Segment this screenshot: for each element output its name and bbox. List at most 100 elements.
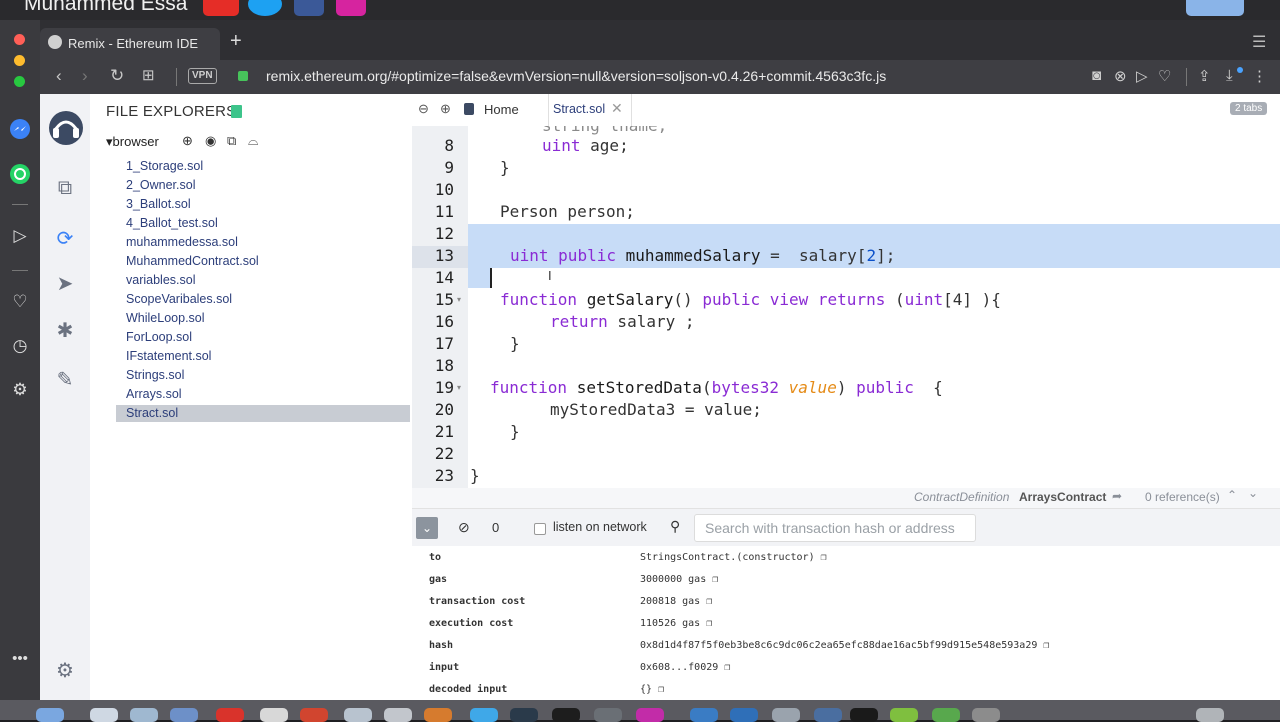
share-icon[interactable]: ⇪ <box>1198 67 1211 85</box>
create-file-icon[interactable]: ⊕ <box>182 133 193 149</box>
instagram-icon <box>336 0 366 16</box>
zoom-out-icon[interactable]: ⊖ <box>418 101 429 117</box>
file-item[interactable]: MuhammedContract.sol <box>126 254 259 268</box>
line-number: 8 <box>444 136 454 155</box>
docs-icon[interactable] <box>231 105 242 118</box>
file-item[interactable]: 1_Storage.sol <box>126 159 203 173</box>
tx-key: execution cost <box>429 618 514 629</box>
copy-icon[interactable]: ❐ <box>706 596 712 607</box>
code-editor[interactable]: string lname; uint age; } Person person;… <box>468 126 1280 488</box>
tx-value: 0x8d1d4f87f5f0eb3be8c6c9dc06c2ea65efc88d… <box>640 640 1050 651</box>
goto-definition-icon[interactable]: ➦ <box>1112 489 1122 503</box>
file-item[interactable]: 3_Ballot.sol <box>126 197 191 211</box>
back-button[interactable]: ‹ <box>56 66 62 86</box>
line-number: 11 <box>434 202 454 221</box>
file-item[interactable]: Arrays.sol <box>126 387 182 401</box>
send-icon[interactable]: ▷ <box>9 226 31 248</box>
terminal-toolbar: ⌄ ⊘ 0 listen on network ⚲ Search with tr… <box>412 508 1280 547</box>
file-item[interactable]: 2_Owner.sol <box>126 178 195 192</box>
tabs-count-badge[interactable]: 2 tabs <box>1230 102 1268 115</box>
ibeam-cursor-icon: I <box>548 268 552 283</box>
copy-icon[interactable]: ❐ <box>658 684 664 695</box>
bookmark-heart-icon[interactable]: ♡ <box>1158 67 1171 85</box>
tx-key: gas <box>429 574 448 585</box>
plugin-manager-icon[interactable]: ✎ <box>52 367 78 393</box>
chevron-down-icon[interactable]: ⌄ <box>1248 486 1258 500</box>
copy-icon[interactable]: ❐ <box>712 574 718 585</box>
collapse-terminal-button[interactable]: ⌄ <box>416 517 438 539</box>
messenger-icon[interactable] <box>9 118 31 140</box>
ref-name: ArraysContract <box>1019 490 1107 504</box>
tab-remix[interactable]: Remix - Ethereum IDE <box>40 28 220 60</box>
whatsapp-icon[interactable] <box>9 163 31 185</box>
tx-value: 110526 gas ❐ <box>640 618 713 629</box>
address-bar-row: ‹ › ↻ ⊞ VPN remix.ethereum.org/#optimize… <box>40 60 1280 94</box>
close-tab-icon[interactable]: ✕ <box>611 100 623 117</box>
file-item-selected[interactable]: Stract.sol <box>126 406 178 420</box>
tx-key: transaction cost <box>429 596 526 607</box>
vpn-badge[interactable]: VPN <box>188 68 217 84</box>
file-explorer-icon[interactable]: ⧉ <box>52 175 78 201</box>
zoom-in-icon[interactable]: ⊕ <box>440 101 451 117</box>
line-number: 21 <box>434 422 454 441</box>
snapshot-icon[interactable]: ◙ <box>1092 67 1101 84</box>
file-item[interactable]: variables.sol <box>126 273 195 287</box>
tab-menu-icon[interactable]: ☰ <box>1252 32 1266 52</box>
code-line-21: } <box>510 422 520 441</box>
minimize-window-button[interactable] <box>14 55 25 66</box>
copy-icon[interactable]: ❐ <box>821 552 827 563</box>
listen-network-checkbox[interactable] <box>534 523 546 535</box>
clear-console-icon[interactable]: ⊘ <box>458 519 470 536</box>
tx-value: 3000000 gas ❐ <box>640 574 719 585</box>
close-window-button[interactable] <box>14 34 25 45</box>
new-tab-button[interactable]: + <box>230 30 242 53</box>
more-icon[interactable]: ••• <box>9 650 31 672</box>
file-item[interactable]: IFstatement.sol <box>126 349 211 363</box>
remix-logo-icon[interactable] <box>46 108 86 148</box>
code-line-15: function getSalary() public view returns… <box>500 290 1001 309</box>
chevron-up-icon[interactable]: ⌃ <box>1227 488 1237 502</box>
adblock-icon[interactable]: ⊗ <box>1114 67 1127 85</box>
fold-icon[interactable]: ▾ <box>457 295 461 304</box>
open-folder-icon[interactable]: ⌓ <box>248 133 258 149</box>
file-item[interactable]: ScopeVaribales.sol <box>126 292 232 306</box>
url-field[interactable]: remix.ethereum.org/#optimize=false&evmVe… <box>266 68 886 84</box>
download-icon[interactable]: ⤓ <box>1226 67 1233 84</box>
copy-icon[interactable]: ❐ <box>724 662 730 673</box>
sidebar-divider <box>12 270 28 271</box>
maximize-window-button[interactable] <box>14 76 25 87</box>
file-item[interactable]: 4_Ballot_test.sol <box>126 216 218 230</box>
file-item[interactable]: ForLoop.sol <box>126 330 192 344</box>
nav-divider <box>1186 68 1187 86</box>
sidebar-divider <box>12 204 28 205</box>
browser-folder[interactable]: ▾browser <box>106 134 159 150</box>
menu-dots-icon[interactable]: ⋮ <box>1252 67 1267 85</box>
tab-home[interactable]: Home <box>484 102 519 117</box>
copy-icon[interactable]: ❐ <box>1043 640 1049 651</box>
file-item[interactable]: Strings.sol <box>126 368 184 382</box>
heart-icon[interactable]: ♡ <box>9 292 31 314</box>
compiler-icon[interactable]: ⟳ <box>52 226 78 252</box>
settings-gear-icon[interactable]: ⚙ <box>52 658 78 684</box>
line-number: 14 <box>434 268 454 287</box>
copy-icon[interactable]: ⧉ <box>227 133 236 149</box>
github-icon[interactable]: ◉ <box>205 133 216 149</box>
fold-icon[interactable]: ▾ <box>457 383 461 392</box>
lock-icon[interactable] <box>238 71 248 81</box>
transaction-search-input[interactable]: Search with transaction hash or address <box>694 514 976 542</box>
file-item[interactable]: WhileLoop.sol <box>126 311 205 325</box>
flow-icon[interactable]: ▷ <box>1136 67 1148 85</box>
tx-key: to <box>429 552 442 563</box>
history-icon[interactable]: ◷ <box>9 336 31 358</box>
deploy-icon[interactable]: ➤ <box>52 271 78 297</box>
reload-button[interactable]: ↻ <box>110 66 124 86</box>
tx-value: {} ❐ <box>640 684 665 695</box>
twitter-icon <box>248 0 282 16</box>
file-item[interactable]: muhammedessa.sol <box>126 235 238 249</box>
debugger-icon[interactable]: ✱ <box>52 318 78 344</box>
forward-button[interactable]: › <box>82 66 88 86</box>
settings-icon[interactable]: ⚙ <box>9 380 31 402</box>
speed-dial-icon[interactable]: ⊞ <box>142 66 155 84</box>
copy-icon[interactable]: ❐ <box>706 618 712 629</box>
tab-stract[interactable]: Stract.sol ✕ <box>548 94 632 126</box>
